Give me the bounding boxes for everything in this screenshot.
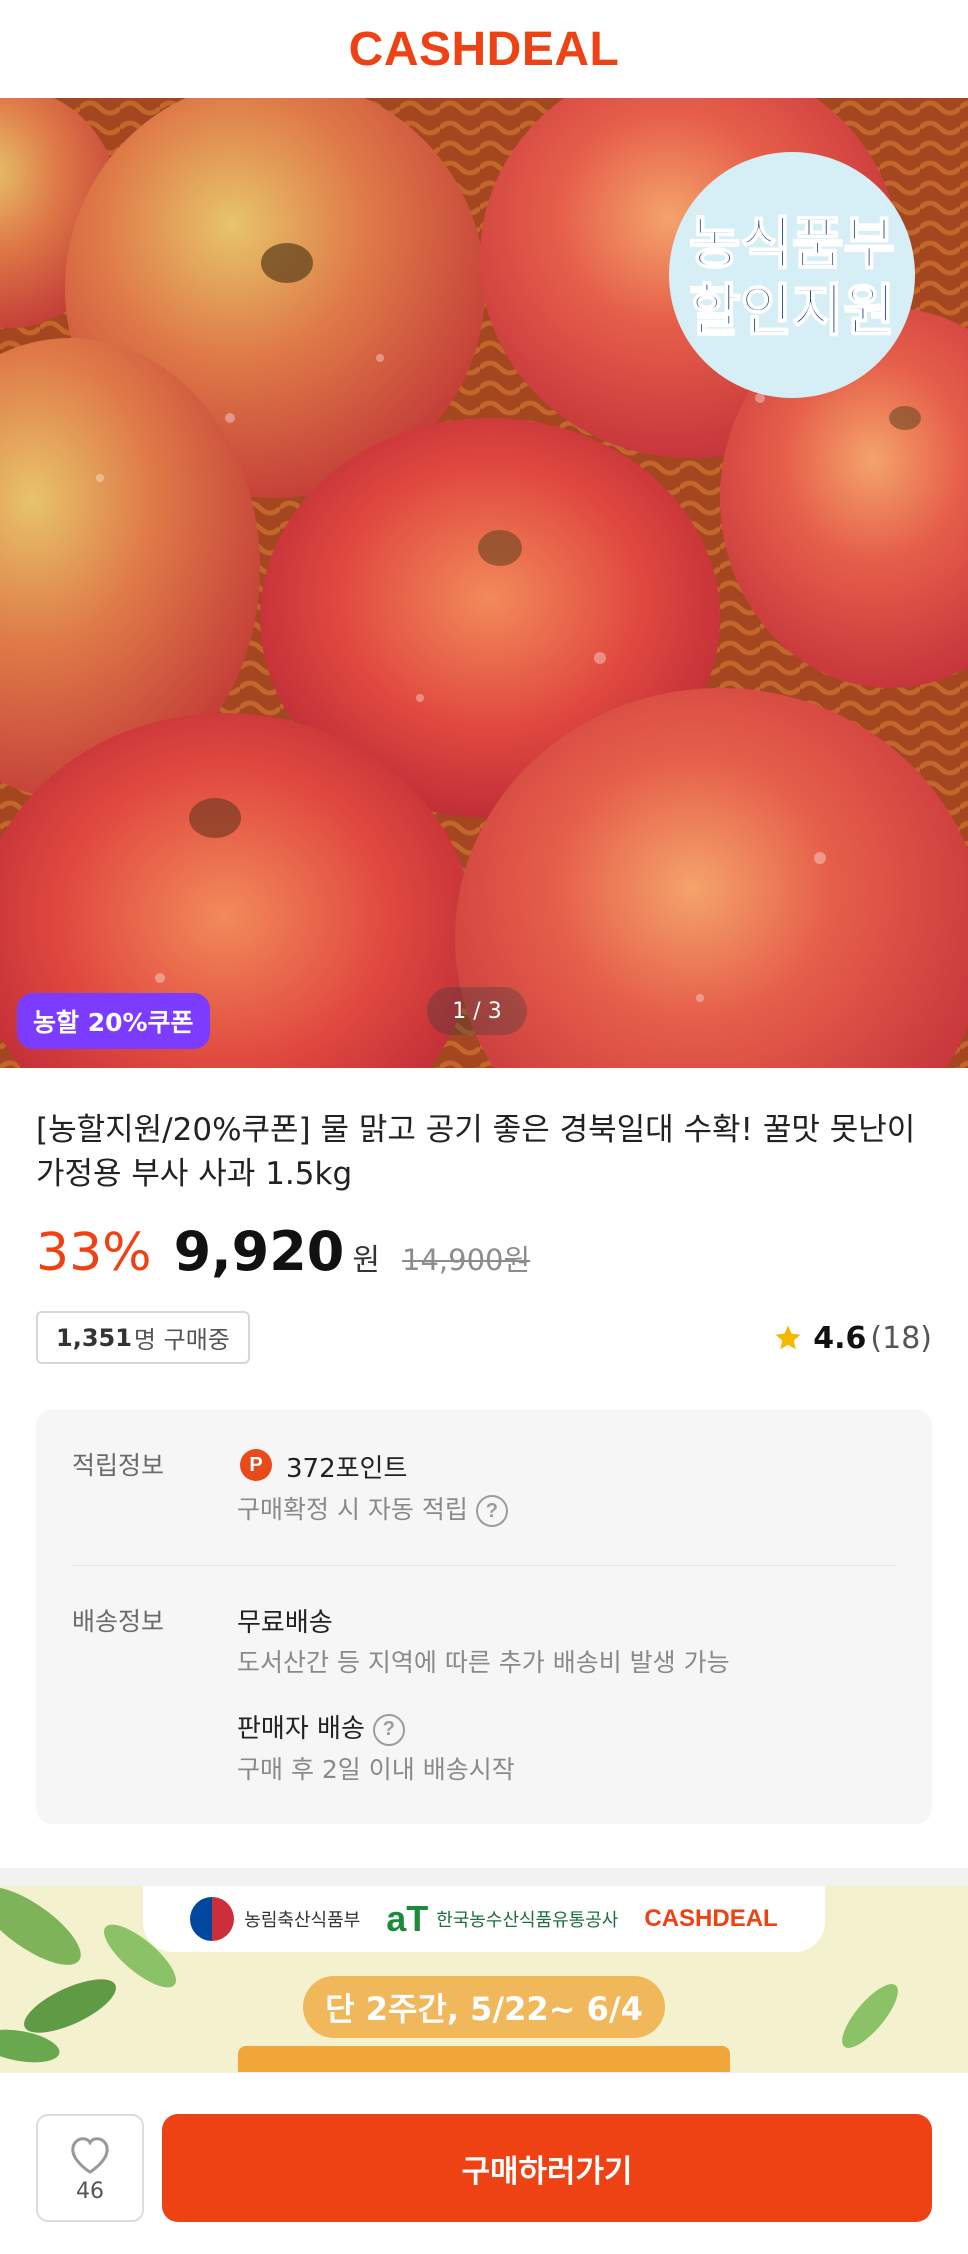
shipping-note: 도서산간 등 지역에 따른 추가 배송비 발생 가능 <box>237 1648 730 1677</box>
discount-support-seal: 농식품부 할인지원 <box>669 152 915 398</box>
app-header: CASHDEAL <box>0 0 968 98</box>
buying-suffix: 명 구매중 <box>133 1326 230 1354</box>
points-note-row: 구매확정 시 자동 적립? <box>237 1490 508 1527</box>
buy-button[interactable]: 구매하러가기 <box>162 2114 932 2222</box>
seller-shipping: 판매자 배송 <box>237 1714 365 1744</box>
info-divider <box>72 1565 896 1566</box>
free-shipping: 무료배송 <box>237 1608 333 1638</box>
product-title: [농할지원/20%쿠폰] 물 맑고 공기 좋은 경북일대 수확! 꿀맛 못난이 … <box>36 1112 916 1192</box>
seller-shipping-note: 구매 후 2일 이내 배송시작 <box>237 1755 515 1784</box>
points-value: 372포인트 <box>286 1454 408 1484</box>
buying-count: 1,351 <box>56 1323 132 1352</box>
question-icon[interactable]: ? <box>475 1495 508 1527</box>
ministry-emblem-icon <box>190 1897 235 1941</box>
benefit-shipping-info: 적립정보 P 372포인트 구매확정 시 자동 적립? 배송정보 무료배송 도서… <box>36 1410 932 1824</box>
bottom-action-bar: 46 구매하러가기 <box>0 2072 968 2254</box>
partner-cashdeal: CASHDEAL <box>644 1905 778 1932</box>
seal-line-2: 할인지원 <box>689 279 895 344</box>
section-divider <box>0 1868 968 1886</box>
partner-logos: 농림축산식품부 aT 한국농수산식품유통공사 CASHDEAL <box>143 1886 825 1952</box>
heart-icon <box>71 2136 109 2174</box>
at-name: 한국농수산식품유통공사 <box>436 1910 619 1931</box>
buying-count-badge: 1,351 명 구매중 <box>36 1311 250 1364</box>
currency-unit: 원 <box>352 1243 380 1278</box>
image-pager: 1 / 3 <box>427 987 527 1035</box>
product-photo-apples: 농식품부 할인지원 <box>0 98 968 1068</box>
discount-rate: 33% <box>36 1223 152 1283</box>
cashdeal-logo[interactable]: CASHDEAL <box>349 22 620 77</box>
promo-banner[interactable]: 농림축산식품부 aT 한국농수산식품유통공사 CASHDEAL 단 2주간, 5… <box>0 1886 968 2072</box>
question-icon[interactable]: ? <box>372 1713 405 1746</box>
points-icon: P <box>240 1449 272 1481</box>
rating-summary[interactable]: 4.6 (18) <box>773 1316 932 1360</box>
price-row: 33% 9,920 원 14,900원 <box>36 1220 530 1290</box>
product-image-carousel[interactable]: 농식품부 할인지원 농할 20%쿠폰 1 / 3 <box>0 98 968 1068</box>
like-count: 46 <box>76 2178 104 2204</box>
original-price: 14,900원 <box>402 1243 531 1277</box>
rating-value: 4.6 <box>813 1320 867 1356</box>
ministry-logo: 농림축산식품부 <box>190 1897 360 1941</box>
review-count: (18) <box>870 1320 932 1356</box>
star-icon <box>775 1325 801 1350</box>
shipping-label: 배송정보 <box>72 1607 165 1636</box>
points-label: 적립정보 <box>72 1451 165 1480</box>
ministry-name: 농림축산식품부 <box>244 1910 361 1931</box>
like-button[interactable]: 46 <box>36 2114 144 2222</box>
promo-period: 단 2주간, 5/22~ 6/4 <box>303 1976 665 2038</box>
points-note: 구매확정 시 자동 적립 <box>237 1495 468 1524</box>
sale-price: 9,920 <box>173 1220 345 1283</box>
seal-line-1: 농식품부 <box>689 212 895 277</box>
coupon-badge: 농할 20%쿠폰 <box>17 993 210 1049</box>
at-mark: aT <box>386 1898 429 1939</box>
at-logo: aT 한국농수산식품유통공사 <box>386 1898 618 1940</box>
promo-headline-cropped <box>238 2046 730 2072</box>
seller-shipping-row: 판매자 배송? <box>237 1708 405 1746</box>
